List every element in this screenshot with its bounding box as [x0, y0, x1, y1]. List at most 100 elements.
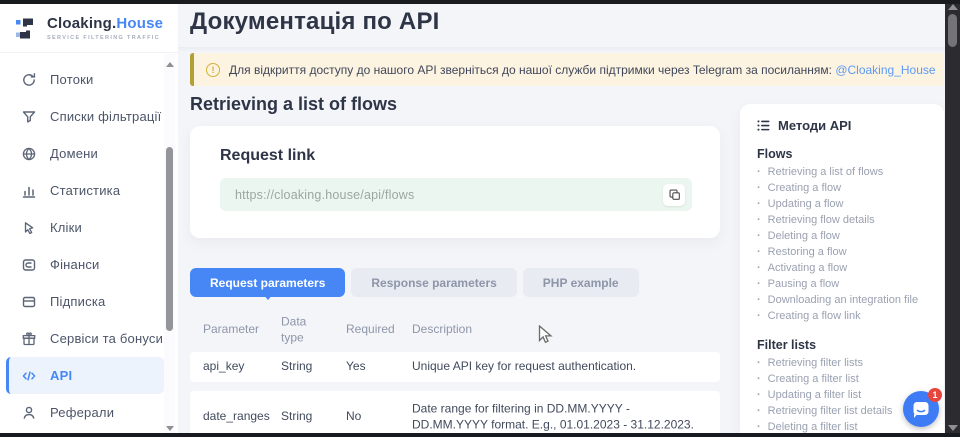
table-cell: api_key [203, 359, 275, 375]
sidebar-item-label: Потоки [50, 72, 93, 87]
column-header: Required [346, 322, 404, 338]
sidebar-scrollbar-thumb[interactable] [166, 147, 173, 331]
method-link[interactable]: Downloading an integration file [757, 292, 944, 308]
globe-icon [20, 145, 37, 162]
sidebar-scrollbar[interactable] [164, 54, 175, 437]
method-link[interactable]: Updating a flow [757, 196, 944, 212]
sidebar-item-label: Списки фільтрації [50, 109, 161, 124]
scroll-down-icon[interactable] [166, 426, 174, 431]
table-cell: No [346, 409, 404, 425]
table-cell: date_ranges [203, 409, 275, 425]
sidebar-item-filter-lists[interactable]: Списки фільтрації [0, 98, 178, 135]
scroll-up-icon[interactable] [166, 62, 174, 67]
method-link[interactable]: Creating a flow [757, 180, 944, 196]
page-title: Документація по API [190, 8, 440, 36]
gift-icon [20, 330, 37, 347]
request-url: https://cloaking.house/api/flows [235, 188, 414, 202]
copy-icon [668, 188, 681, 201]
logo-name-accent: House [116, 15, 163, 32]
sidebar-item-label: Фінанси [50, 257, 100, 272]
chat-icon [911, 400, 931, 419]
method-link[interactable]: Deleting a flow [757, 228, 944, 244]
sidebar-item-api[interactable]: API [6, 357, 164, 394]
table-row: api_key String Yes Unique API key for reque… [190, 352, 720, 382]
person-icon [20, 404, 37, 421]
sidebar: Cloaking.House SERVICE FILTERING TRAFFIC… [0, 4, 178, 433]
sidebar-item-services[interactable]: Сервіси та бонуси [0, 320, 178, 357]
methods-header: Методи API [757, 118, 944, 133]
sidebar-item-label: Сервіси та бонуси [50, 331, 163, 346]
logo-name-dark: Cloaking. [47, 15, 116, 32]
logo-text: Cloaking.House SERVICE FILTERING TRAFFIC [47, 16, 163, 41]
sidebar-item-statistics[interactable]: Статистика [0, 172, 178, 209]
sidebar-item-label: Статистика [50, 183, 120, 198]
app-window: Cloaking.House SERVICE FILTERING TRAFFIC… [0, 0, 960, 437]
header-divider [178, 47, 945, 52]
browser-scrollbar-thumb[interactable] [948, 14, 957, 47]
sidebar-item-label: Реферали [50, 405, 114, 420]
sidebar-item-finances[interactable]: Фінанси [0, 246, 178, 283]
method-link[interactable]: Pausing a flow [757, 276, 944, 292]
method-link[interactable]: Retrieving flow details [757, 212, 944, 228]
method-link[interactable]: Creating a flow link [757, 308, 944, 324]
request-link-card: Request link https://cloaking.house/api/… [190, 126, 720, 238]
sidebar-item-referrals[interactable]: Реферали [0, 394, 178, 431]
method-link[interactable]: Creating a filter list [757, 371, 944, 387]
cloaking-house-logo-icon [13, 15, 40, 42]
bar-chart-icon [20, 182, 37, 199]
copy-button[interactable] [663, 184, 685, 206]
scroll-down-icon[interactable] [948, 425, 958, 431]
method-link[interactable]: Retrieving a list of flows [757, 164, 944, 180]
sidebar-item-label: Домени [50, 146, 98, 161]
browser-scrollbar[interactable] [945, 0, 960, 437]
chat-widget-button[interactable]: 1 [903, 391, 939, 427]
table-cell: String [281, 359, 323, 375]
section-heading: Retrieving a list of flows [190, 94, 397, 115]
column-header: Data type [281, 314, 323, 345]
card-icon [20, 256, 37, 273]
sync-icon [20, 71, 37, 88]
tab-response-parameters[interactable]: Response parameters [351, 268, 516, 297]
method-link[interactable]: Activating a flow [757, 260, 944, 276]
column-header: Parameter [203, 322, 275, 338]
table-cell: Date range for filtering in DD.MM.YYYY -… [412, 401, 704, 432]
table-cell: Yes [346, 359, 404, 375]
chat-notification-badge: 1 [928, 388, 942, 402]
wallet-icon [20, 293, 37, 310]
sidebar-item-label: Кліки [50, 220, 82, 235]
info-banner: ! Для відкриття доступу до нашого API зв… [190, 53, 944, 86]
tab-request-parameters[interactable]: Request parameters [190, 268, 345, 297]
table-row: date_ranges String No Date range for filter… [190, 391, 720, 437]
telegram-link[interactable]: @Cloaking_House [835, 63, 935, 77]
logo[interactable]: Cloaking.House SERVICE FILTERING TRAFFIC [0, 4, 178, 53]
request-url-field: https://cloaking.house/api/flows [220, 178, 692, 211]
parameters-table: Parameter Data type Required Description ap… [190, 308, 720, 437]
table-body: api_key String Yes Unique API key for reque… [190, 352, 720, 437]
methods-title: Методи API [778, 118, 851, 133]
sidebar-item-domains[interactable]: Домени [0, 135, 178, 172]
sidebar-item-subscription[interactable]: Підписка [0, 283, 178, 320]
window-top-edge [0, 0, 960, 4]
request-link-title: Request link [220, 147, 720, 165]
sidebar-menu: Потоки Списки фільтрації Домени Статистика К… [0, 61, 178, 431]
method-link[interactable]: Retrieving filter lists [757, 355, 944, 371]
table-cell: String [281, 409, 323, 425]
tabs: Request parametersResponse parametersPHP… [190, 268, 639, 297]
table-cell: Unique API key for request authenticatio… [412, 359, 704, 375]
tab-php-example[interactable]: PHP example [523, 268, 639, 297]
table-header-row: Parameter Data type Required Description [190, 308, 720, 352]
sidebar-item-flows[interactable]: Потоки [0, 61, 178, 98]
sidebar-item-label: API [50, 368, 72, 383]
banner-message: Для відкриття доступу до нашого API звер… [229, 63, 832, 77]
sidebar-item-clicks[interactable]: Кліки [0, 209, 178, 246]
scroll-up-icon[interactable] [948, 4, 958, 10]
code-icon [20, 367, 37, 384]
cursor-click-icon [20, 219, 37, 236]
api-methods-panel: Методи API Flows Retrieving a list of flo… [740, 104, 944, 437]
filter-icon [20, 108, 37, 125]
column-header: Description [412, 322, 704, 338]
logo-tagline: SERVICE FILTERING TRAFFIC [47, 35, 163, 41]
sidebar-item-label: Підписка [50, 294, 105, 309]
methods-section-title: Flows [757, 147, 944, 161]
method-link[interactable]: Restoring a flow [757, 244, 944, 260]
